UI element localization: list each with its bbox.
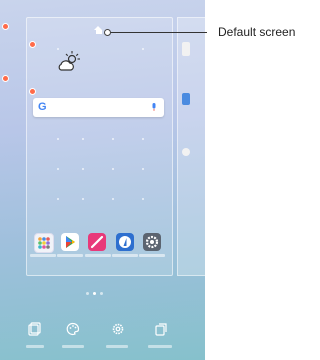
wallpaper-icon[interactable]	[66, 322, 80, 336]
page-icon[interactable]	[154, 322, 168, 336]
page-indicator-dot[interactable]	[93, 292, 96, 295]
pen-app-icon[interactable]	[88, 233, 106, 251]
grid-dot	[142, 48, 144, 50]
grid-dot	[57, 168, 59, 170]
grid-dot	[112, 138, 114, 140]
mic-icon[interactable]	[152, 103, 156, 111]
grid-dot	[112, 168, 114, 170]
grid-dot	[57, 198, 59, 200]
remove-widget-badge[interactable]	[2, 75, 9, 82]
app-label	[57, 254, 83, 257]
preview-app-icon	[182, 148, 190, 156]
home-icon[interactable]	[94, 26, 103, 34]
app-label	[139, 254, 165, 257]
google-logo: G	[38, 101, 47, 113]
default-screen-callout: Default screen	[218, 25, 296, 39]
remove-weather-widget-badge[interactable]	[29, 41, 36, 48]
page-indicator-dot[interactable]	[86, 292, 89, 295]
toolbar-label	[62, 345, 84, 348]
remove-search-widget-badge[interactable]	[29, 88, 36, 95]
preview-app-icon	[182, 42, 190, 56]
grid-dot	[82, 138, 84, 140]
grid-dot	[82, 198, 84, 200]
app-label	[112, 254, 138, 257]
toolbar-label	[106, 345, 128, 348]
settings-icon[interactable]	[111, 322, 125, 336]
app-label	[30, 254, 56, 257]
grid-dot	[142, 138, 144, 140]
grid-dot	[142, 168, 144, 170]
page-indicator-dot[interactable]	[100, 292, 103, 295]
callout-leader-line	[107, 32, 207, 33]
grid-dot	[57, 138, 59, 140]
callout-marker	[104, 29, 111, 36]
next-page-preview[interactable]	[177, 17, 205, 276]
settings-app-icon[interactable]	[143, 233, 161, 251]
grid-dot	[142, 198, 144, 200]
app-label	[85, 254, 111, 257]
widgets-icon[interactable]	[27, 322, 41, 336]
compass-app-icon[interactable]	[116, 233, 134, 251]
grid-dot	[82, 168, 84, 170]
grid-dot	[112, 198, 114, 200]
remove-page-badge[interactable]	[2, 23, 9, 30]
toolbar-label	[26, 345, 44, 348]
play-store-icon[interactable]	[61, 233, 79, 251]
google-search-widget[interactable]: G	[33, 98, 164, 117]
app-grid-icon[interactable]	[34, 233, 54, 253]
weather-icon[interactable]	[56, 50, 82, 74]
phone-screen: G	[0, 0, 205, 360]
preview-app-icon	[182, 93, 190, 105]
toolbar-label	[148, 345, 172, 348]
